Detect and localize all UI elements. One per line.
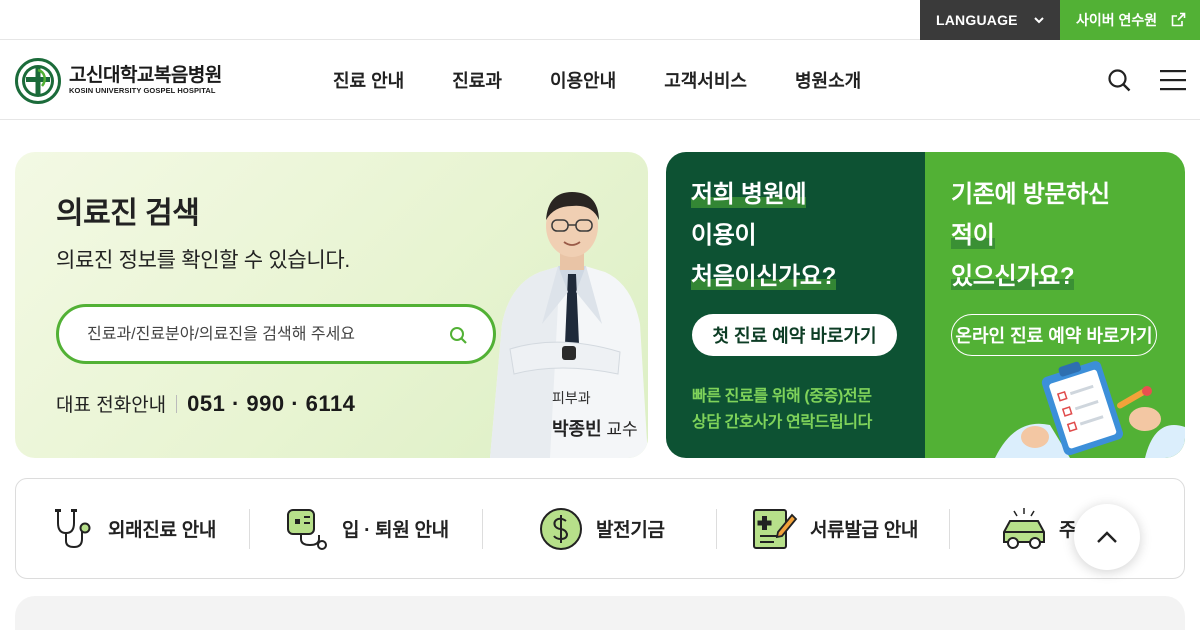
return-visit-line2: 적이 bbox=[951, 222, 995, 249]
return-visit-card: 기존에 방문하신 적이 있으신가요? 온라인 진료 예약 바로가기 bbox=[925, 152, 1185, 458]
first-visit-heading: 저희 병원에 이용이 처음이신가요? bbox=[691, 174, 836, 297]
quick-links-bar: 외래진료 안내 입 · 퇴원 안내 발전기금 서류발급 안내 주 bbox=[15, 478, 1185, 579]
scroll-to-top-button[interactable] bbox=[1074, 504, 1140, 570]
logo-korean-text: 고신대학교복음병원 bbox=[69, 65, 222, 86]
language-label: LANGUAGE bbox=[936, 12, 1018, 28]
nav-item-care-guide[interactable]: 진료 안내 bbox=[333, 67, 404, 93]
doctor-search-title: 의료진 검색 bbox=[56, 197, 200, 230]
main-header: 고신대학교복음병원 KOSIN UNIVERSITY GOSPEL HOSPIT… bbox=[0, 40, 1200, 120]
nav-item-customer-service[interactable]: 고객서비스 bbox=[664, 67, 747, 93]
quick-link-development-fund[interactable]: 발전기금 bbox=[538, 479, 665, 578]
divider bbox=[249, 509, 250, 549]
first-visit-note-line2: 상담 간호사가 연락드립니다 bbox=[692, 414, 872, 431]
nav-item-departments[interactable]: 진료과 bbox=[452, 67, 502, 93]
first-visit-note-line1: 빠른 진료를 위해 (중증)전문 bbox=[692, 388, 872, 405]
nav-item-usage-guide[interactable]: 이용안내 bbox=[550, 67, 616, 93]
divider bbox=[949, 509, 950, 549]
hospital-logo[interactable]: 고신대학교복음병원 KOSIN UNIVERSITY GOSPEL HOSPIT… bbox=[15, 58, 222, 104]
doctor-name: 박종빈 bbox=[552, 419, 602, 439]
cyber-training-link[interactable]: 사이버 연수원 bbox=[1060, 0, 1200, 40]
first-visit-line3: 처음이신가요? bbox=[691, 263, 837, 290]
quick-link-outpatient[interactable]: 외래진료 안내 bbox=[52, 479, 216, 578]
divider bbox=[716, 509, 717, 549]
search-icon[interactable] bbox=[449, 326, 468, 345]
doctor-search-card: 의료진 검색 의료진 정보를 확인할 수 있습니다. 대표 전화안내 051 ·… bbox=[15, 152, 648, 458]
quick-link-label: 발전기금 bbox=[596, 520, 665, 541]
quick-link-label: 서류발급 안내 bbox=[810, 520, 919, 541]
iv-bag-icon bbox=[287, 508, 327, 550]
document-pen-icon bbox=[753, 508, 798, 549]
quick-link-documents[interactable]: 서류발급 안내 bbox=[752, 479, 918, 578]
first-visit-card: 저희 병원에 이용이 처음이신가요? 첫 진료 예약 바로가기 빠른 진료를 위… bbox=[666, 152, 926, 458]
doctor-search-input[interactable] bbox=[87, 322, 417, 348]
stethoscope-icon bbox=[55, 508, 91, 548]
utility-bar: LANGUAGE 사이버 연수원 bbox=[0, 0, 1200, 40]
chevron-down-icon bbox=[1034, 17, 1044, 24]
quick-link-label: 입 · 퇴원 안내 bbox=[342, 520, 449, 541]
main-nav: 진료 안내 진료과 이용안내 고객서비스 병원소개 bbox=[333, 40, 909, 120]
first-visit-line2: 이용이 bbox=[691, 222, 757, 249]
language-button[interactable]: LANGUAGE bbox=[920, 0, 1060, 40]
doctor-search-subtitle: 의료진 정보를 확인할 수 있습니다. bbox=[56, 249, 350, 272]
chevron-up-icon bbox=[1097, 531, 1117, 543]
phone-label: 대표 전화안내 bbox=[56, 395, 167, 416]
quick-link-admission[interactable]: 입 · 퇴원 안내 bbox=[286, 479, 449, 578]
divider bbox=[482, 509, 483, 549]
divider bbox=[176, 394, 178, 413]
return-visit-line3: 있으신가요? bbox=[951, 263, 1075, 290]
nav-item-about[interactable]: 병원소개 bbox=[795, 67, 861, 93]
dollar-coin-icon bbox=[540, 507, 582, 550]
return-visit-line1: 기존에 방문하신 bbox=[951, 181, 1110, 208]
hospital-emblem-icon bbox=[15, 58, 61, 104]
first-visit-note: 빠른 진료를 위해 (중증)전문 상담 간호사가 연락드립니다 bbox=[692, 384, 872, 436]
quick-link-parking[interactable]: 주 bbox=[1001, 479, 1076, 578]
doctor-search-box bbox=[56, 304, 496, 364]
doctor-name-line: 박종빈 교수 bbox=[552, 415, 638, 441]
phone-info: 대표 전화안내 051 · 990 · 6114 bbox=[56, 390, 355, 417]
car-icon bbox=[1003, 507, 1045, 549]
logo-english-text: KOSIN UNIVERSITY GOSPEL HOSPITAL bbox=[69, 86, 216, 95]
first-visit-reservation-button[interactable]: 첫 진료 예약 바로가기 bbox=[692, 314, 897, 356]
clipboard-illustration-icon bbox=[995, 361, 1185, 458]
cyber-training-label: 사이버 연수원 bbox=[1076, 12, 1158, 28]
hamburger-menu-icon[interactable] bbox=[1160, 69, 1186, 91]
phone-number: 051 · 990 · 6114 bbox=[187, 390, 356, 416]
external-link-icon bbox=[1171, 12, 1186, 27]
online-reservation-button[interactable]: 온라인 진료 예약 바로가기 bbox=[951, 314, 1157, 356]
first-visit-line1: 저희 병원에 bbox=[691, 181, 807, 208]
doctor-department: 피부과 bbox=[552, 390, 591, 406]
doctor-title: 교수 bbox=[606, 420, 638, 439]
return-visit-heading: 기존에 방문하신 적이 있으신가요? bbox=[951, 174, 1110, 297]
quick-link-label: 외래진료 안내 bbox=[108, 520, 217, 541]
search-icon[interactable] bbox=[1107, 68, 1131, 92]
next-section-panel bbox=[15, 596, 1185, 630]
